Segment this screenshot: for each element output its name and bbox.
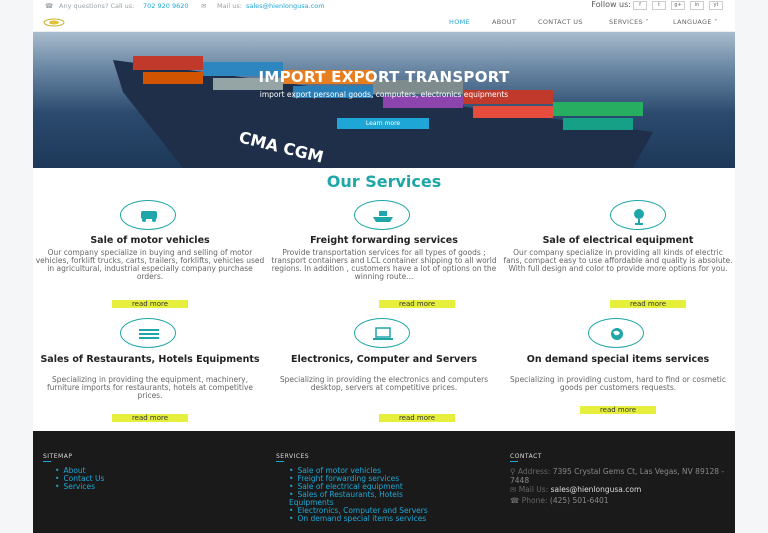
footer-service-link[interactable]: • On demand special items services (289, 515, 426, 523)
service-desc: Specializing in providing the electronic… (279, 375, 489, 392)
facebook-icon[interactable]: f (633, 1, 647, 10)
email-link[interactable]: sales@hienlongusa.com (246, 2, 325, 10)
service-title: On demand special items services (526, 354, 710, 365)
read-more-button[interactable]: read more (580, 406, 656, 414)
page: ☎ Any questions? Call us: 702 920 9620 ✉… (33, 0, 735, 533)
mail-icon: ✉ (510, 485, 517, 494)
main-nav: HOME ABOUT CONTACT US SERVICES ˅ LANGUAG… (33, 12, 735, 32)
service-card: On demand special items services Special… (503, 318, 733, 426)
sitemap-heading: SITEMAP (43, 453, 73, 462)
nav-contact-us[interactable]: CONTACT US (538, 18, 583, 26)
ship-image: CMA CGM (113, 56, 653, 168)
read-more-button[interactable]: read more (610, 300, 686, 308)
nav-home[interactable]: HOME (449, 18, 470, 26)
footer-email-link[interactable]: sales@hienlongusa.com (551, 485, 642, 494)
service-title: Sales of Restaurants, Hotels Equipments (40, 354, 260, 365)
services-heading-footer: SERVICES (276, 453, 310, 462)
hotel-icon (120, 318, 176, 348)
bullet-icon: • (55, 482, 60, 491)
globe-icon (588, 318, 644, 348)
footer-service-link[interactable]: • Sales of Restaurants, Hotels Equipments (289, 491, 449, 507)
service-card: Sales of Restaurants, Hotels Equipments … (35, 318, 265, 426)
service-card: Freight forwarding services Provide tran… (269, 200, 499, 312)
linkedin-icon[interactable]: in (690, 1, 704, 10)
contact-heading: CONTACT (510, 453, 542, 462)
learn-more-button[interactable]: Learn more (337, 118, 429, 129)
hero-subtitle: import export personal goods, computers,… (259, 90, 509, 99)
contact-address: ⚲ Address: 7395 Crystal Gems Ct, Las Veg… (510, 467, 725, 485)
phone-link[interactable]: 702 920 9620 (143, 2, 189, 10)
service-card: Sale of electrical equipment Our company… (503, 200, 733, 312)
phone-icon: ☎ (510, 496, 520, 505)
services-heading: Our Services (326, 172, 442, 191)
service-desc: Specializing in providing custom, hard t… (510, 375, 726, 392)
nav-services[interactable]: SERVICES ˅ (609, 18, 649, 26)
service-title: Electronics, Computer and Servers (291, 354, 477, 365)
read-more-button[interactable]: read more (379, 414, 455, 422)
fan-icon (610, 200, 666, 230)
mail-icon: ✉ (201, 2, 207, 10)
location-icon: ⚲ (510, 467, 516, 476)
youtube-icon[interactable]: yt (709, 1, 723, 10)
service-title: Sale of motor vehicles (90, 235, 210, 246)
footer-link-services[interactable]: • Services (55, 483, 95, 491)
laptop-icon (354, 318, 410, 348)
twitter-icon[interactable]: t (652, 1, 666, 10)
car-icon (120, 200, 176, 230)
follow-label: Follow us: (591, 0, 631, 9)
hero-title: IMPORT EXPORT TRANSPORT (258, 68, 510, 86)
ship-icon (354, 200, 410, 230)
service-card: Electronics, Computer and Servers Specia… (269, 318, 499, 426)
contact-mail: ✉ Mail Us: sales@hienlongusa.com (510, 485, 642, 494)
service-desc: Specializing in providing the equipment,… (46, 375, 253, 400)
bullet-icon: • (289, 514, 294, 523)
nav-language[interactable]: LANGUAGE ˅ (673, 18, 718, 26)
service-desc: Our company specialize in buying and sel… (35, 248, 265, 281)
read-more-button[interactable]: read more (379, 300, 455, 308)
read-more-button[interactable]: read more (112, 414, 188, 422)
hero-banner: CMA CGM IMPORT EXPORT TRANSPORT import e… (33, 32, 735, 168)
contact-phone: ☎ Phone: (425) 501-6401 (510, 496, 609, 505)
service-card: Sale of motor vehicles Our company speci… (35, 200, 265, 312)
service-desc: Provide transportation services for all … (271, 248, 497, 281)
question-label: Any questions? Call us: (59, 2, 135, 10)
service-title: Sale of electrical equipment (542, 235, 694, 246)
nav-about[interactable]: ABOUT (492, 18, 516, 26)
service-desc: Our company specialize in providing all … (503, 248, 733, 273)
logo[interactable] (43, 18, 65, 27)
mail-label: Mail us: (217, 2, 242, 10)
service-title: Freight forwarding services (310, 235, 458, 246)
top-info-bar: ☎ Any questions? Call us: 702 920 9620 ✉… (33, 0, 735, 12)
footer: SITEMAP • About • Contact Us • Services SER… (33, 431, 735, 533)
phone-icon: ☎ (45, 2, 54, 10)
read-more-button[interactable]: read more (112, 300, 188, 308)
google-plus-icon[interactable]: g+ (671, 1, 685, 10)
